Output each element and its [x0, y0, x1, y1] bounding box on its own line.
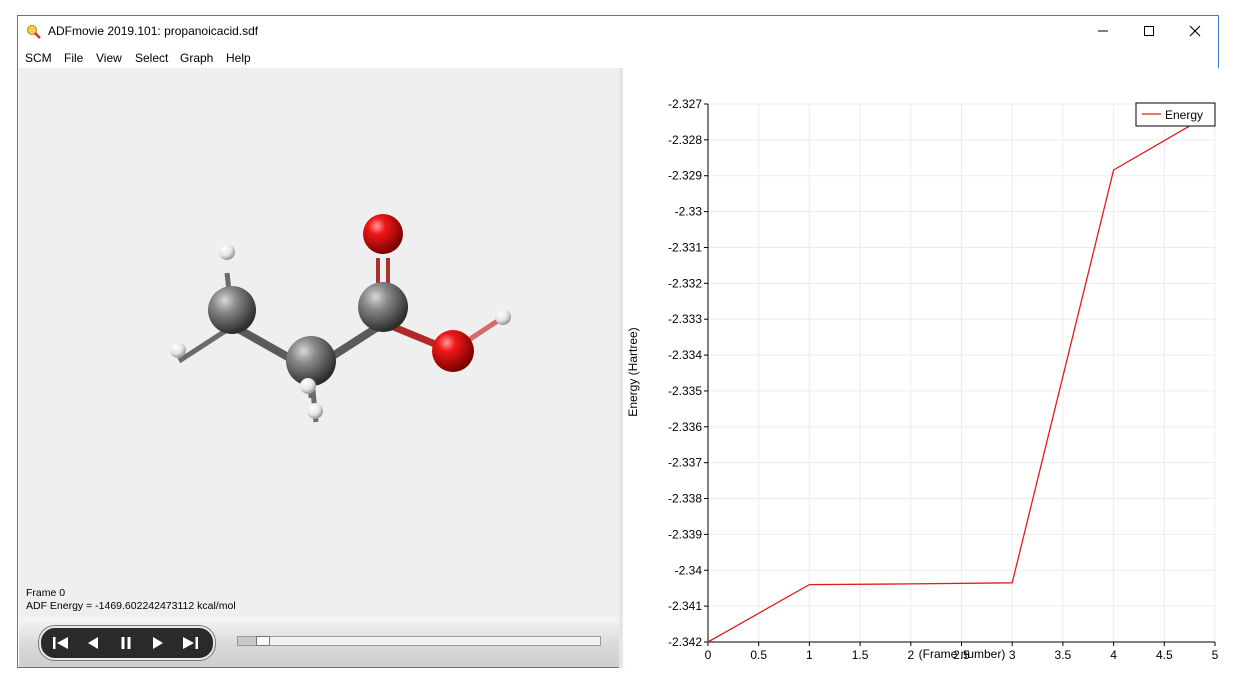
pause-icon: [121, 637, 131, 649]
menu-select[interactable]: Select: [135, 51, 168, 65]
y-tick-label: -2.334: [668, 348, 702, 362]
y-tick-label: -2.328: [668, 133, 702, 147]
energy-label: ADF Energy = -1469.602242473112 kcal/mol: [26, 600, 236, 612]
energy-graph-panel: -2.327 -2.328 -2.329 -2.33 -2.331 -2.332 -2.33…: [623, 68, 1219, 668]
maximize-icon: [1144, 26, 1154, 36]
y-tick-label: -2.341: [668, 599, 702, 613]
atom-oxygen: [363, 214, 403, 254]
menu-scm[interactable]: SCM: [25, 51, 52, 65]
x-tick-label: 1: [806, 648, 813, 662]
last-frame-button[interactable]: [179, 632, 201, 654]
step-back-icon: [88, 637, 98, 649]
window-title: ADFmovie 2019.101: propanoicacid.sdf: [48, 24, 259, 38]
atom-carbon: [208, 286, 256, 334]
close-button[interactable]: [1172, 16, 1218, 46]
first-frame-button[interactable]: [50, 632, 72, 654]
y-tick-label: -2.333: [668, 312, 702, 326]
y-tick-label: -2.329: [668, 169, 702, 183]
minimize-button[interactable]: [1080, 16, 1126, 46]
y-tick-label: -2.336: [668, 420, 702, 434]
y-tick-label: -2.338: [668, 492, 702, 506]
menu-help[interactable]: Help: [226, 51, 251, 65]
skip-to-start-icon: [53, 637, 68, 649]
atom-hydrogen: [170, 342, 186, 358]
y-tick-label: -2.327: [668, 97, 702, 111]
atom-hydrogen: [495, 309, 511, 325]
y-tick-label: -2.335: [668, 384, 702, 398]
legend-label: Energy: [1165, 108, 1203, 122]
slider-handle[interactable]: [256, 636, 270, 646]
app-icon: [26, 24, 42, 40]
y-tick-label: -2.337: [668, 456, 702, 470]
chart-legend: Energy: [1135, 102, 1216, 127]
x-tick-label: 1.5: [852, 648, 869, 662]
x-tick-label: 3: [1009, 648, 1016, 662]
menu-graph[interactable]: Graph: [180, 51, 213, 65]
atoms: [170, 214, 511, 419]
energy-chart[interactable]: -2.327 -2.328 -2.329 -2.33 -2.331 -2.332 -2.33…: [623, 68, 1219, 668]
x-tick-label: 5: [1212, 648, 1219, 662]
x-tick-label: 0.5: [750, 648, 767, 662]
y-tick-label: -2.33: [675, 205, 703, 219]
y-tick-label: -2.331: [668, 240, 702, 254]
minimize-icon: [1098, 30, 1108, 32]
step-forward-icon: [153, 637, 163, 649]
chart-grid: [707, 103, 1216, 643]
menu-view[interactable]: View: [96, 51, 122, 65]
app-window: ADFmovie 2019.101: propanoicacid.sdf SCM…: [17, 15, 1219, 668]
skip-to-end-icon: [183, 637, 198, 649]
menu-file[interactable]: File: [64, 51, 83, 65]
atom-oxygen: [432, 330, 474, 372]
y-tick-label: -2.332: [668, 276, 702, 290]
x-tick-label: 3.5: [1055, 648, 1072, 662]
menu-bar: SCM File View Select Graph Help: [18, 48, 1218, 68]
y-axis-ticks: -2.327 -2.328 -2.329 -2.33 -2.331 -2.332 -2.33…: [668, 97, 708, 649]
maximize-button[interactable]: [1126, 16, 1172, 46]
next-frame-button[interactable]: [147, 632, 169, 654]
y-tick-label: -2.34: [675, 563, 703, 577]
playback-bar: [19, 617, 619, 667]
x-axis-label: (Frame number): [919, 647, 1006, 661]
title-bar: ADFmovie 2019.101: propanoicacid.sdf: [18, 16, 1218, 48]
previous-frame-button[interactable]: [82, 632, 104, 654]
playback-controls: [39, 626, 215, 660]
frame-slider[interactable]: [237, 636, 601, 646]
close-icon: [1189, 25, 1201, 37]
pause-button[interactable]: [115, 632, 137, 654]
slider-fill: [238, 637, 256, 645]
atom-hydrogen: [219, 244, 235, 260]
x-tick-label: 4.5: [1156, 648, 1173, 662]
x-tick-label: 0: [705, 648, 712, 662]
atom-carbon: [286, 336, 336, 386]
y-tick-label: -2.342: [668, 635, 702, 649]
y-axis-label: Energy (Hartree): [626, 327, 640, 416]
x-tick-label: 4: [1110, 648, 1117, 662]
atom-hydrogen: [307, 403, 323, 419]
y-tick-label: -2.339: [668, 527, 702, 541]
molecule-3d-view[interactable]: [19, 68, 619, 617]
atom-carbon: [358, 282, 408, 332]
x-tick-label: 2: [907, 648, 914, 662]
molecule-viewer[interactable]: Frame 0 ADF Energy = -1469.602242473112 …: [19, 68, 619, 617]
frame-label: Frame 0: [26, 587, 66, 599]
atom-hydrogen: [300, 378, 316, 394]
